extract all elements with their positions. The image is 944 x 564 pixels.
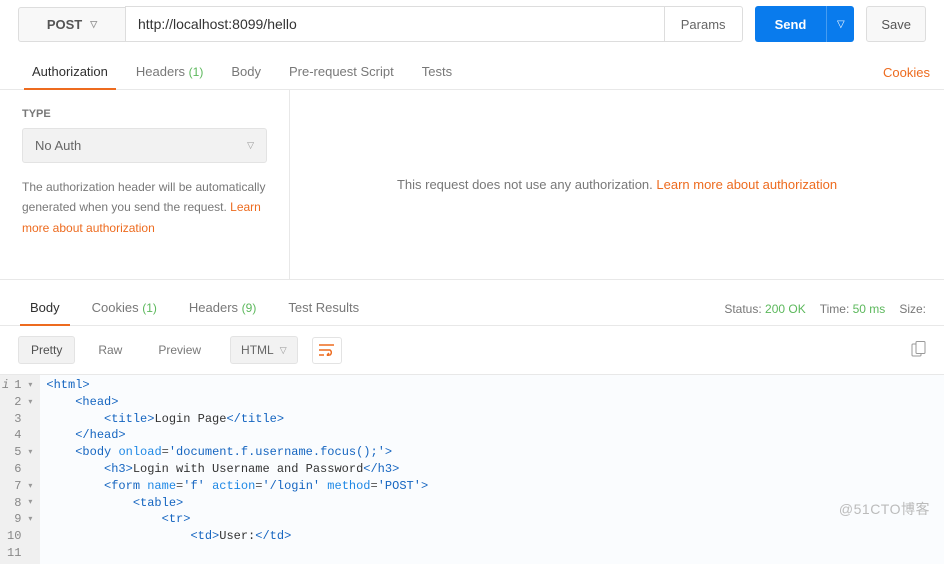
response-body-code[interactable]: i1▾2▾345▾67▾8▾9▾1011 <html> <head> <titl… <box>0 375 944 564</box>
chevron-down-icon: ▽ <box>90 19 97 30</box>
auth-type-value: No Auth <box>35 138 81 153</box>
wrap-icon <box>319 344 334 356</box>
wrap-toggle-button[interactable] <box>312 337 342 364</box>
auth-help-text: The authorization header will be automat… <box>22 177 267 238</box>
view-preview-button[interactable]: Preview <box>145 336 214 364</box>
url-input[interactable] <box>125 6 665 42</box>
cookies-link[interactable]: Cookies <box>883 65 930 80</box>
send-dropdown-button[interactable]: ▽ <box>826 6 854 42</box>
tab-body[interactable]: Body <box>217 56 275 89</box>
send-button[interactable]: Send <box>755 6 827 42</box>
resp-tab-test-results[interactable]: Test Results <box>276 292 371 325</box>
save-button[interactable]: Save <box>866 6 926 42</box>
auth-type-select[interactable]: No Auth ▽ <box>22 128 267 163</box>
tab-authorization[interactable]: Authorization <box>18 56 122 89</box>
status-label: Status: 200 OK <box>724 302 805 316</box>
resp-tab-cookies[interactable]: Cookies (1) <box>80 292 169 325</box>
view-pretty-button[interactable]: Pretty <box>18 336 75 364</box>
params-button[interactable]: Params <box>664 6 743 42</box>
resp-tab-headers[interactable]: Headers (9) <box>177 292 268 325</box>
tab-pre-request[interactable]: Pre-request Script <box>275 56 408 89</box>
tab-headers[interactable]: Headers (1) <box>122 56 217 89</box>
auth-learn-more-link-right[interactable]: Learn more about authorization <box>656 177 837 192</box>
view-raw-button[interactable]: Raw <box>85 336 135 364</box>
chevron-down-icon: ▽ <box>247 140 254 151</box>
http-method-select[interactable]: POST ▽ <box>18 7 126 42</box>
watermark: @51CTO博客 <box>839 499 930 519</box>
auth-type-label: TYPE <box>22 108 267 120</box>
language-select[interactable]: HTML ▽ <box>230 336 298 364</box>
auth-message: This request does not use any authorizat… <box>290 90 944 279</box>
size-label: Size: <box>899 302 926 316</box>
resp-tab-body[interactable]: Body <box>18 292 72 325</box>
chevron-down-icon: ▽ <box>280 345 287 356</box>
copy-icon <box>911 341 926 357</box>
time-label: Time: 50 ms <box>820 302 886 316</box>
tab-tests[interactable]: Tests <box>408 56 466 89</box>
chevron-down-icon: ▽ <box>837 19 845 30</box>
http-method-value: POST <box>47 17 82 32</box>
copy-button[interactable] <box>911 341 926 360</box>
